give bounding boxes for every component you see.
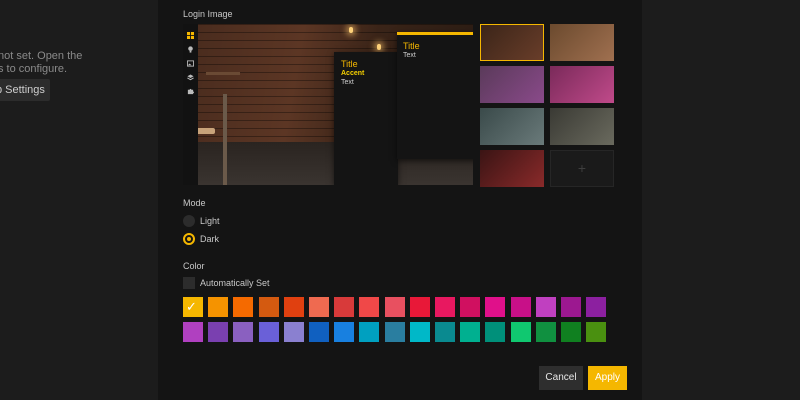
color-swatch[interactable]	[435, 322, 455, 342]
color-swatch[interactable]	[309, 322, 329, 342]
color-swatch[interactable]	[535, 322, 556, 342]
color-swatch[interactable]	[283, 297, 304, 317]
color-swatch[interactable]	[435, 297, 455, 317]
color-swatch[interactable]	[233, 297, 254, 317]
web-settings-button[interactable]: b Settings	[0, 79, 50, 101]
preview-text: Text	[341, 79, 354, 86]
color-swatch[interactable]	[561, 297, 581, 317]
color-swatch[interactable]	[208, 322, 229, 342]
puzzle-icon[interactable]	[187, 88, 194, 95]
color-swatch[interactable]	[409, 297, 430, 317]
appearance-dialog: Login Image Title Accent Text Title Text…	[158, 0, 642, 400]
preview-text: Text	[403, 52, 416, 59]
color-swatch[interactable]	[586, 322, 607, 342]
mode-dark-label: Dark	[200, 234, 220, 244]
color-swatch[interactable]	[485, 297, 506, 317]
color-swatch[interactable]	[258, 297, 279, 317]
image-thumbnail[interactable]	[480, 24, 544, 61]
layers-icon[interactable]	[187, 74, 194, 81]
preview-accent: Accent	[341, 70, 365, 77]
color-swatch[interactable]	[409, 322, 430, 342]
add-image-button[interactable]: +	[550, 150, 614, 187]
color-swatch[interactable]	[384, 322, 405, 342]
color-swatch[interactable]	[258, 322, 279, 342]
image-thumbnail[interactable]	[550, 24, 614, 61]
color-swatch[interactable]	[460, 322, 481, 342]
preview-card-front: Title Text	[397, 32, 473, 159]
image-thumbnail[interactable]	[480, 150, 544, 187]
login-image-label: Login Image	[183, 9, 233, 19]
color-swatch[interactable]	[535, 297, 556, 317]
color-swatch[interactable]	[561, 322, 581, 342]
color-swatch[interactable]	[334, 297, 355, 317]
color-swatch[interactable]	[208, 297, 229, 317]
preview-lamp	[349, 27, 353, 33]
color-swatch[interactable]	[183, 322, 203, 342]
cancel-button[interactable]: Cancel	[539, 366, 583, 390]
not-configured-message: not set. Open the s to configure.	[0, 50, 83, 75]
color-label: Color	[183, 261, 205, 271]
color-swatch[interactable]	[233, 322, 254, 342]
mode-light-label: Light	[200, 216, 220, 226]
color-swatch[interactable]	[384, 297, 405, 317]
check-icon: ✓	[186, 299, 197, 314]
grid-icon[interactable]	[187, 32, 194, 39]
preview-toolbar	[183, 24, 198, 185]
bulb-icon[interactable]	[187, 46, 194, 53]
preview-title: Title	[341, 59, 358, 69]
color-swatch[interactable]	[309, 297, 329, 317]
image-thumbnail[interactable]	[480, 66, 544, 103]
preview-title: Title	[403, 41, 420, 51]
color-swatch[interactable]	[586, 297, 607, 317]
preview-shelf	[206, 72, 240, 75]
image-icon[interactable]	[187, 60, 194, 67]
background-panel-right	[642, 0, 800, 400]
apply-button[interactable]: Apply	[588, 366, 627, 390]
color-swatch[interactable]	[334, 322, 355, 342]
auto-color-checkbox[interactable]	[183, 277, 195, 289]
mode-label: Mode	[183, 198, 206, 208]
background-panel-left: not set. Open the s to configure. b Sett…	[0, 0, 158, 400]
color-swatch[interactable]	[359, 297, 380, 317]
color-swatch[interactable]	[510, 297, 531, 317]
login-image-preview: Title Accent Text Title Text	[183, 24, 473, 185]
color-swatch[interactable]	[359, 322, 380, 342]
color-swatch[interactable]	[510, 322, 531, 342]
preview-lamp	[377, 44, 381, 50]
color-swatch[interactable]: ✓	[183, 297, 203, 317]
mode-light-radio[interactable]	[183, 215, 195, 227]
image-thumbnail[interactable]	[480, 108, 544, 145]
color-swatch[interactable]	[283, 322, 304, 342]
color-swatch[interactable]	[460, 297, 481, 317]
image-thumbnail[interactable]	[550, 108, 614, 145]
preview-pipe	[223, 94, 227, 185]
mode-dark-radio[interactable]	[183, 233, 195, 245]
color-swatch[interactable]	[485, 322, 506, 342]
auto-color-label: Automatically Set	[200, 278, 270, 288]
image-thumbnail[interactable]	[550, 66, 614, 103]
preview-card-back: Title Accent Text	[334, 52, 398, 185]
